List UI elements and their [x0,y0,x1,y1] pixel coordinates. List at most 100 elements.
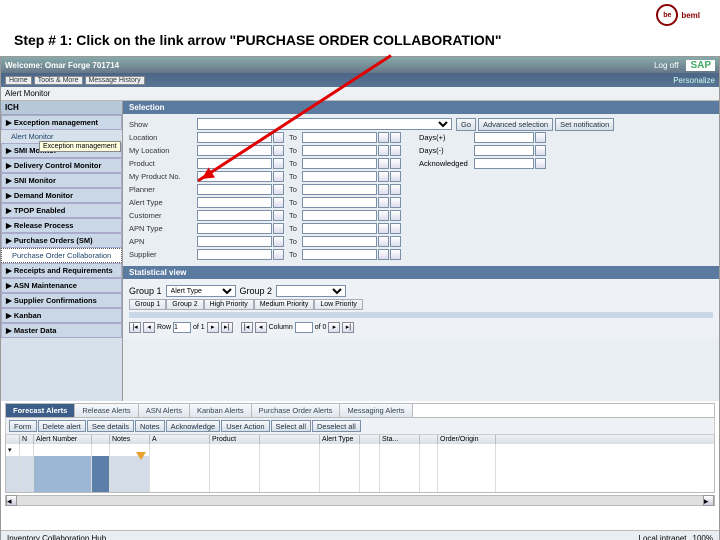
filter-to-input[interactable] [302,210,377,221]
col-alert-num[interactable]: Alert Number [34,435,92,444]
multi-icon[interactable] [390,210,401,221]
picker-icon[interactable] [378,171,389,182]
multi-icon[interactable] [390,236,401,247]
row-input[interactable] [173,322,191,333]
filter-from-input[interactable] [197,210,272,221]
sidebar-sec-master-data[interactable]: ▶ Master Data [1,323,122,338]
col-product[interactable]: Product [210,435,260,444]
tab-msg-history[interactable]: Message History [85,76,145,85]
col-blank1[interactable] [92,435,110,444]
tab-tools[interactable]: Tools & More [34,76,83,85]
multi-icon[interactable] [390,197,401,208]
show-select[interactable] [197,118,452,130]
picker-icon[interactable] [378,158,389,169]
sidebar-sec-demand[interactable]: ▶ Demand Monitor [1,188,122,203]
sidebar-sec-tpop[interactable]: ▶ TPOP Enabled [1,203,122,218]
picker-icon[interactable] [378,236,389,247]
picker-icon[interactable] [273,249,284,260]
table-row[interactable] [6,456,714,468]
picker-icon[interactable] [273,223,284,234]
filter-to-input[interactable] [302,236,377,247]
go-button[interactable]: Go [456,118,476,131]
table-row[interactable] [6,468,714,480]
sidebar-sec-exception[interactable]: ▶ Exception management [1,115,122,130]
picker-icon[interactable] [378,132,389,143]
pri-med[interactable]: Medium Priority [254,299,315,310]
h-scrollbar[interactable]: ◂ ▸ [5,495,715,506]
multi-icon[interactable] [390,145,401,156]
alert-tab-asn[interactable]: ASN Alerts [139,404,190,417]
picker-icon[interactable] [378,223,389,234]
multi-icon[interactable] [390,171,401,182]
filter-right-input[interactable] [474,145,534,156]
pri-g1[interactable]: Group 1 [129,299,166,310]
filter-to-input[interactable] [302,171,377,182]
sidebar-sec-asn[interactable]: ▶ ASN Maintenance [1,278,122,293]
table-row[interactable]: ▾ [6,444,714,456]
set-notification-button[interactable]: Set notification [555,118,614,131]
personalize-link[interactable]: Personalize [673,76,715,85]
alert-tab-release[interactable]: Release Alerts [75,404,138,417]
col-notes[interactable]: Notes [110,435,150,444]
picker-icon[interactable] [273,197,284,208]
col-blank2[interactable] [260,435,320,444]
pri-g2[interactable]: Group 2 [166,299,203,310]
picker-icon[interactable] [273,210,284,221]
filter-to-input[interactable] [302,132,377,143]
multi-icon[interactable] [390,184,401,195]
col-status[interactable]: Sta... [380,435,420,444]
col-last-icon[interactable]: ▸| [342,322,354,333]
filter-to-input[interactable] [302,145,377,156]
picker-icon[interactable] [378,249,389,260]
filter-from-input[interactable] [197,197,272,208]
picker-icon[interactable] [535,158,546,169]
alert-tab-kanban[interactable]: Kanban Alerts [190,404,252,417]
scroll-right-icon[interactable]: ▸ [703,495,714,506]
sidebar-item-po-collab[interactable]: Purchase Order Collaboration [1,248,122,263]
filter-to-input[interactable] [302,197,377,208]
alert-btn-select-all[interactable]: Select all [271,420,311,432]
col-prev-icon[interactable]: ◂ [255,322,267,333]
table-row[interactable] [6,480,714,492]
picker-icon[interactable] [535,132,546,143]
col-next-icon[interactable]: ▸ [328,322,340,333]
multi-icon[interactable] [390,158,401,169]
alert-btn-form[interactable]: Form [9,420,37,432]
sidebar-sec-kanban[interactable]: ▶ Kanban [1,308,122,323]
alert-tab-msg[interactable]: Messaging Alerts [340,404,412,417]
filter-to-input[interactable] [302,184,377,195]
alert-tab-po[interactable]: Purchase Order Alerts [252,404,341,417]
alert-btn-user-action[interactable]: User Action [221,420,269,432]
sidebar-sec-po-sm[interactable]: ▶ Purchase Orders (SM) [1,233,122,248]
filter-to-input[interactable] [302,249,377,260]
col-alert-type[interactable]: Alert Type [320,435,360,444]
sidebar-sec-release[interactable]: ▶ Release Process [1,218,122,233]
alert-btn-deselect-all[interactable]: Deselect all [312,420,361,432]
alert-tab-forecast[interactable]: Forecast Alerts [6,404,75,417]
multi-icon[interactable] [390,132,401,143]
sidebar-sec-sni[interactable]: ▶ SNI Monitor [1,173,122,188]
pri-high[interactable]: High Priority [204,299,254,310]
filter-right-input[interactable] [474,158,534,169]
picker-icon[interactable] [273,158,284,169]
picker-icon[interactable] [378,197,389,208]
sidebar-sec-delivery[interactable]: ▶ Delivery Control Monitor [1,158,122,173]
filter-from-input[interactable] [197,223,272,234]
filter-from-input[interactable] [197,184,272,195]
filter-to-input[interactable] [302,223,377,234]
col-blank3[interactable] [360,435,380,444]
sidebar-sec-supplier-conf[interactable]: ▶ Supplier Confirmations [1,293,122,308]
alert-btn-details[interactable]: See details [87,420,134,432]
alert-btn-delete[interactable]: Delete alert [38,420,86,432]
picker-icon[interactable] [535,145,546,156]
picker-icon[interactable] [273,145,284,156]
picker-icon[interactable] [378,145,389,156]
scroll-left-icon[interactable]: ◂ [6,495,17,506]
pager-first-icon[interactable]: |◂ [129,322,141,333]
sidebar-sec-receipts[interactable]: ▶ Receipts and Requirements [1,263,122,278]
logoff-link[interactable]: Log off [654,61,678,70]
picker-icon[interactable] [273,184,284,195]
filter-right-input[interactable] [474,132,534,143]
filter-to-input[interactable] [302,158,377,169]
col-sel[interactable] [6,435,20,444]
